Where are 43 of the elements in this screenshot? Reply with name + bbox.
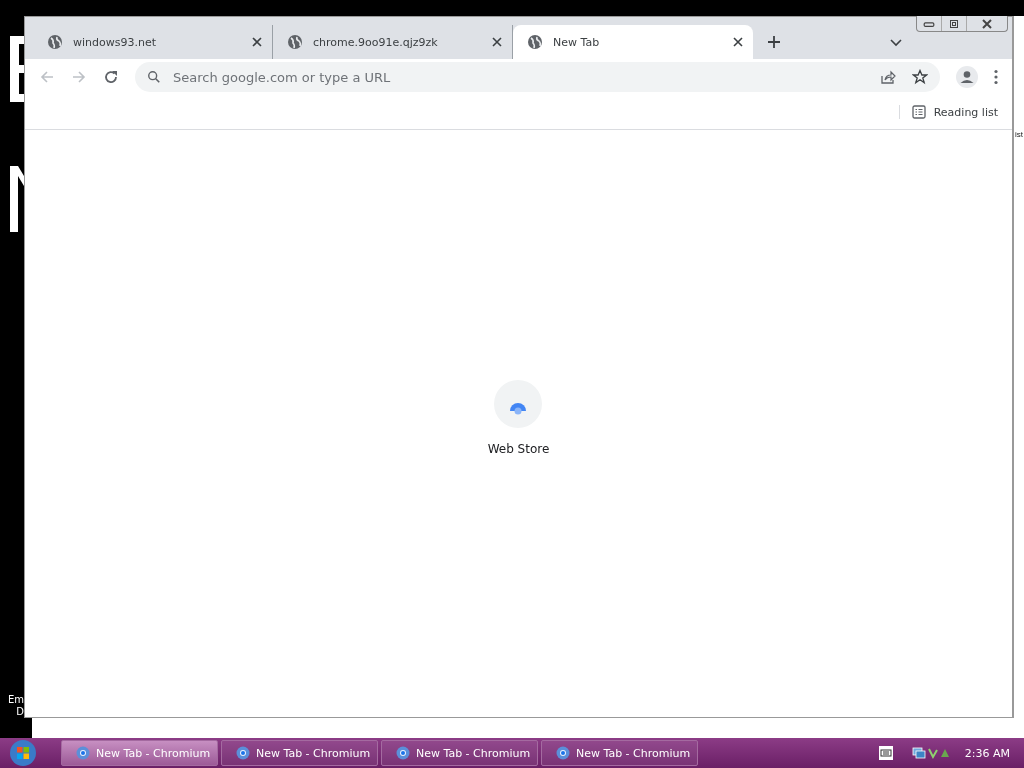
close-icon bbox=[981, 18, 993, 29]
star-icon[interactable] bbox=[912, 69, 928, 85]
tab-title: New Tab bbox=[553, 35, 601, 49]
browser-icon bbox=[556, 746, 570, 760]
browser-icon bbox=[236, 746, 250, 760]
keyboard-icon[interactable] bbox=[878, 746, 893, 760]
taskbar-button[interactable]: New Tab - Chromium bbox=[61, 740, 218, 766]
reload-icon[interactable] bbox=[103, 69, 119, 85]
globe-icon bbox=[47, 34, 63, 50]
taskbar-button[interactable]: New Tab - Chromium bbox=[221, 740, 378, 766]
window-text: ist bbox=[1015, 130, 1023, 139]
browser-tab[interactable]: New Tab bbox=[513, 25, 753, 59]
chevron-down-icon[interactable] bbox=[890, 39, 902, 47]
maximize-icon bbox=[948, 18, 960, 29]
search-icon bbox=[147, 70, 161, 84]
desktop-icon-label: D bbox=[16, 706, 24, 718]
browser-tab[interactable]: chrome.9oo91e.qjz9zk bbox=[273, 25, 513, 59]
share-icon[interactable] bbox=[880, 69, 896, 85]
system-tray-icons[interactable] bbox=[911, 745, 952, 761]
close-icon[interactable] bbox=[733, 37, 743, 47]
tab-title: chrome.9oo91e.qjz9zk bbox=[313, 35, 439, 49]
browser-icon bbox=[76, 746, 90, 760]
desktop-icon-label: Em bbox=[7, 694, 24, 706]
list-icon bbox=[911, 105, 926, 119]
close-icon[interactable] bbox=[252, 37, 262, 47]
shortcut-tile[interactable]: Web Store bbox=[487, 380, 550, 460]
globe-icon bbox=[527, 34, 543, 50]
new-tab-icon[interactable] bbox=[767, 35, 781, 49]
start-button[interactable] bbox=[8, 738, 38, 768]
web-store-icon bbox=[494, 380, 543, 428]
browser-icon bbox=[396, 746, 410, 760]
address-field[interactable]: Search google.com or type a URL bbox=[171, 68, 864, 86]
address-bar[interactable]: Search google.com or type a URL bbox=[135, 62, 940, 92]
browser-tab[interactable]: windows93.net bbox=[33, 25, 273, 59]
globe-icon bbox=[287, 34, 303, 50]
reading-list-button[interactable]: Reading list bbox=[898, 105, 998, 119]
menu-icon[interactable] bbox=[994, 69, 998, 85]
profile-icon[interactable] bbox=[956, 66, 978, 88]
clock: 2:36 AM bbox=[964, 746, 1010, 760]
tab-title: windows93.net bbox=[73, 35, 157, 49]
taskbar-button[interactable]: New Tab - Chromium bbox=[381, 740, 538, 766]
taskbar-button[interactable]: New Tab - Chromium bbox=[541, 740, 698, 766]
close-icon[interactable] bbox=[492, 37, 502, 47]
